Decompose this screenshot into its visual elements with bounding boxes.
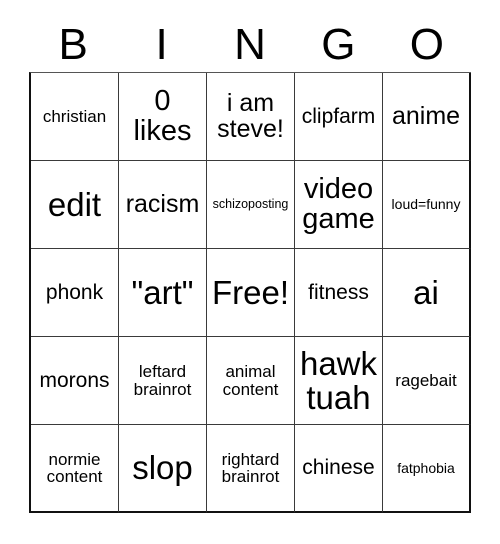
bingo-cell-label: fatphobia	[397, 459, 455, 476]
bingo-cell[interactable]: edit	[31, 161, 119, 249]
bingo-header-letter-o: O	[409, 20, 444, 69]
bingo-cell-label: rightard brainrot	[221, 449, 280, 486]
bingo-cell[interactable]: morons	[31, 337, 119, 425]
bingo-cell-label: Free!	[211, 273, 290, 311]
bingo-cell[interactable]: i am steve!	[207, 73, 295, 161]
bingo-cell[interactable]: video game	[295, 161, 383, 249]
bingo-cell-label: chinese	[302, 456, 375, 480]
bingo-cell[interactable]: anime	[383, 73, 471, 161]
bingo-cell-label: christian	[42, 106, 107, 126]
bingo-cell[interactable]: schizoposting	[207, 161, 295, 249]
bingo-cell-label: i am steve!	[217, 89, 284, 143]
bingo-cell[interactable]: rightard brainrot	[207, 425, 295, 513]
bingo-cell[interactable]: fatphobia	[383, 425, 471, 513]
bingo-header-letter-n: N	[234, 20, 266, 69]
bingo-cell[interactable]: chinese	[295, 425, 383, 513]
bingo-cell-label: animal content	[222, 362, 279, 399]
bingo-cell-label: video game	[302, 172, 375, 235]
bingo-cell[interactable]: phonk	[31, 249, 119, 337]
bingo-grid: christian 0 likes i am steve! clipfarm anime…	[29, 72, 471, 513]
bingo-cell[interactable]: 0 likes	[119, 73, 207, 161]
bingo-header-letter-g: G	[321, 20, 356, 69]
bingo-cell[interactable]: "art"	[119, 249, 207, 337]
bingo-cell-label: schizoposting	[212, 197, 289, 212]
bingo-cell[interactable]: slop	[119, 425, 207, 513]
bingo-header-letter-b: B	[58, 20, 88, 69]
bingo-cell-label: clipfarm	[301, 104, 376, 128]
bingo-cell[interactable]: normie content	[31, 425, 119, 513]
bingo-cell[interactable]: fitness	[295, 249, 383, 337]
bingo-header-letter-i: I	[155, 20, 168, 69]
bingo-cell[interactable]: racism	[119, 161, 207, 249]
bingo-cell-label: phonk	[45, 280, 104, 304]
bingo-cell[interactable]: clipfarm	[295, 73, 383, 161]
bingo-free-space[interactable]: Free!	[207, 249, 295, 337]
bingo-cell-label: ragebait	[395, 370, 457, 390]
bingo-cell[interactable]: loud=funny	[383, 161, 471, 249]
bingo-cell[interactable]: christian	[31, 73, 119, 161]
bingo-cell-label: anime	[391, 101, 461, 130]
bingo-cell-label: loud=funny	[391, 196, 461, 213]
bingo-card: B I N G O christian 0 likes i am steve! cli…	[0, 0, 500, 544]
bingo-header-row: B I N G O	[29, 18, 471, 72]
bingo-cell[interactable]: ragebait	[383, 337, 471, 425]
bingo-cell-label: fitness	[308, 280, 369, 304]
bingo-cell-label: racism	[125, 189, 200, 218]
bingo-cell[interactable]: animal content	[207, 337, 295, 425]
bingo-cell-label: edit	[47, 185, 102, 223]
bingo-cell-label: hawk tuah	[299, 344, 378, 416]
bingo-cell-label: normie content	[46, 449, 103, 486]
bingo-cell[interactable]: leftard brainrot	[119, 337, 207, 425]
bingo-cell-label: 0 likes	[133, 84, 192, 147]
bingo-cell[interactable]: hawk tuah	[295, 337, 383, 425]
bingo-cell[interactable]: ai	[383, 249, 471, 337]
bingo-cell-label: "art"	[131, 273, 194, 311]
bingo-cell-label: ai	[413, 273, 439, 311]
bingo-cell-label: slop	[132, 449, 193, 487]
bingo-cell-label: leftard brainrot	[133, 362, 192, 399]
bingo-cell-label: morons	[39, 368, 110, 392]
